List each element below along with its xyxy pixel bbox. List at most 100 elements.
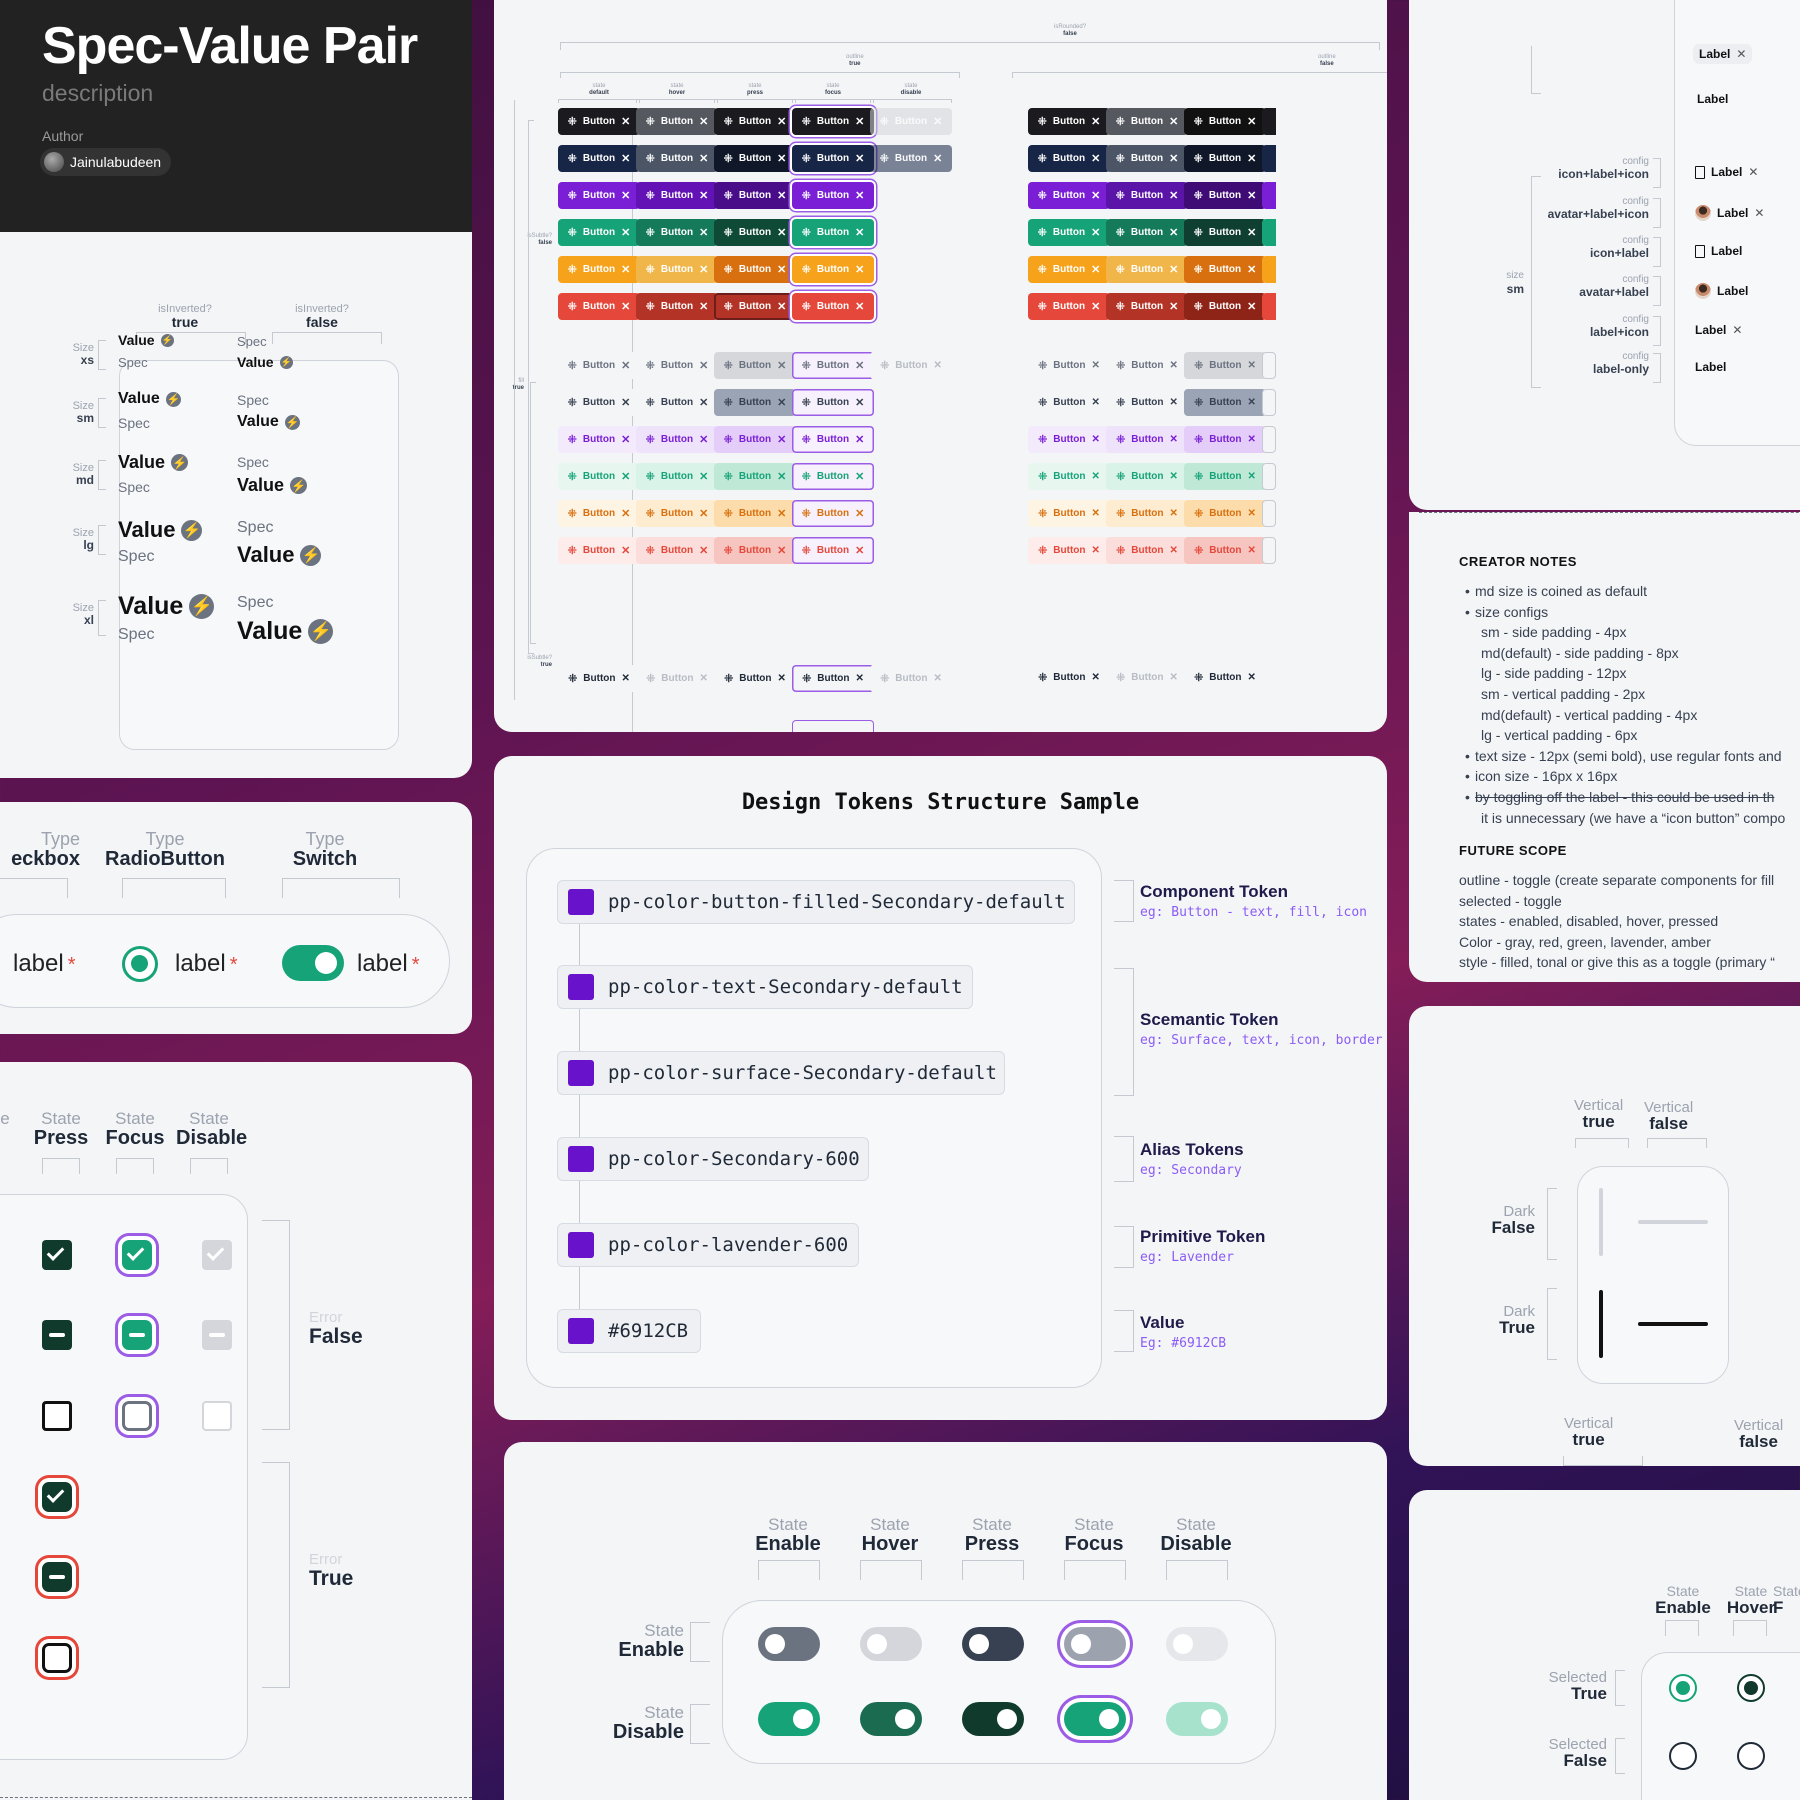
button[interactable]: ⁜ Button ✕ [870, 665, 952, 692]
button[interactable]: ⁜ Button ✕ [714, 145, 796, 172]
button[interactable]: ⁜ Button ✕ [636, 463, 718, 490]
button[interactable]: ⁜ Button ✕ [1028, 219, 1110, 246]
button[interactable] [1262, 108, 1276, 135]
checkbox[interactable] [122, 1240, 152, 1270]
chip[interactable]: Label ✕ [1695, 205, 1764, 221]
author-chip[interactable]: Jainulabudeen [40, 148, 172, 176]
button[interactable] [1262, 293, 1276, 320]
button[interactable]: ⁜ Button ✕ [1028, 182, 1110, 209]
button[interactable]: ⁜ Button ✕ [1106, 145, 1188, 172]
button[interactable]: ⁜ Button ✕ [1106, 664, 1188, 691]
checkbox[interactable] [42, 1240, 72, 1270]
button[interactable]: ⁜ Button ✕ [714, 182, 796, 209]
button[interactable]: ⁜ Button ✕ [792, 219, 874, 246]
checkbox[interactable] [42, 1401, 72, 1431]
chip[interactable]: Label ✕ [1695, 165, 1758, 179]
radio-button[interactable] [122, 946, 158, 982]
button[interactable]: ⁜ Button ✕ [1184, 293, 1266, 320]
button[interactable]: ⁜ Button ✕ [792, 463, 874, 490]
button[interactable]: ⁜ Button ✕ [792, 665, 874, 692]
button[interactable]: ⁜ Button ✕ [1028, 256, 1110, 283]
button[interactable]: ⁜ Button ✕ [1106, 219, 1188, 246]
token-chip[interactable]: pp-color-text-Secondary-default [557, 965, 973, 1009]
button[interactable]: ⁜ Button ✕ [1184, 500, 1266, 527]
button[interactable]: ⁜ Button ✕ [636, 182, 718, 209]
button[interactable] [1262, 182, 1276, 209]
token-chip[interactable]: pp-color-Secondary-600 [557, 1137, 869, 1181]
button[interactable] [1262, 389, 1276, 416]
checkbox[interactable] [42, 1320, 72, 1350]
button[interactable]: ⁜ Button ✕ [636, 219, 718, 246]
checkbox[interactable] [42, 1482, 72, 1512]
button[interactable] [1262, 463, 1276, 490]
button[interactable]: ⁜ Button ✕ [1184, 389, 1266, 416]
button[interactable]: ⁜ Button ✕ [792, 389, 874, 416]
button[interactable]: ⁜ Button ✕ [714, 426, 796, 453]
button[interactable]: ⁜ Button ✕ [558, 389, 640, 416]
button[interactable]: ⁜ Button ✕ [636, 500, 718, 527]
button[interactable]: ⁜ Button ✕ [558, 108, 640, 135]
button[interactable]: ⁜ Button ✕ [714, 389, 796, 416]
button[interactable]: ⁜ Button ✕ [1184, 352, 1266, 379]
radio-unselected[interactable] [1669, 1742, 1697, 1770]
button[interactable]: ⁜ Button ✕ [792, 352, 874, 379]
button[interactable]: ⁜ Button ✕ [1028, 463, 1110, 490]
button[interactable]: ⁜ Button ✕ [714, 463, 796, 490]
button[interactable]: ⁜ Button ✕ [1106, 389, 1188, 416]
button[interactable]: ⁜ Button ✕ [792, 145, 874, 172]
button[interactable]: ⁜ Button ✕ [870, 352, 952, 379]
switch-toggle-off[interactable] [962, 1627, 1024, 1661]
checkbox[interactable] [122, 1401, 152, 1431]
button[interactable]: ⁜ Button ✕ [792, 537, 874, 564]
chip[interactable]: Label ✕ [1695, 323, 1742, 337]
button[interactable] [1262, 537, 1276, 564]
checkbox[interactable] [42, 1562, 72, 1592]
button[interactable]: ⁜ Button ✕ [1184, 256, 1266, 283]
switch-toggle-on[interactable] [860, 1702, 922, 1736]
button[interactable]: ⁜ Button ✕ [1106, 352, 1188, 379]
button[interactable] [1262, 426, 1276, 453]
button[interactable]: ⁜ Button ✕ [636, 426, 718, 453]
token-chip[interactable]: pp-color-surface-Secondary-default [557, 1051, 1005, 1095]
switch-toggle-on[interactable] [962, 1702, 1024, 1736]
button[interactable]: ⁜ Button ✕ [870, 108, 952, 135]
button[interactable]: ⁜ Button ✕ [1184, 664, 1266, 691]
button[interactable]: ⁜ Button ✕ [1184, 537, 1266, 564]
button[interactable]: ⁜ Button ✕ [1028, 293, 1110, 320]
button[interactable]: ⁜ Button ✕ [714, 665, 796, 692]
chip[interactable]: Label ✕ [1693, 44, 1753, 64]
button[interactable]: ⁜ Button ✕ [792, 426, 874, 453]
button[interactable]: ⁜ Button ✕ [558, 256, 640, 283]
button[interactable]: ⁜ Button ✕ [714, 256, 796, 283]
button[interactable]: ⁜ Button ✕ [1106, 182, 1188, 209]
token-chip[interactable]: pp-color-button-filled-Secondary-default [557, 880, 1075, 924]
switch-toggle-off[interactable] [758, 1627, 820, 1661]
button[interactable]: ⁜ Button ✕ [558, 182, 640, 209]
button[interactable]: ⁜ Button ✕ [1028, 108, 1110, 135]
button[interactable]: ⁜ Button ✕ [1184, 219, 1266, 246]
button[interactable]: ⁜ Button ✕ [558, 293, 640, 320]
button[interactable]: ⁜ Button ✕ [558, 426, 640, 453]
button[interactable]: ⁜ Button ✕ [636, 293, 718, 320]
button[interactable] [1262, 219, 1276, 246]
switch-toggle-off[interactable] [860, 1627, 922, 1661]
button[interactable]: ⁜ Button ✕ [714, 500, 796, 527]
button[interactable]: ⁜ Button ✕ [1028, 537, 1110, 564]
checkbox[interactable] [202, 1240, 232, 1270]
switch-toggle-on[interactable] [1064, 1702, 1126, 1736]
button[interactable]: ⁜ Button ✕ [1106, 537, 1188, 564]
button[interactable]: ⁜ Button ✕ [714, 108, 796, 135]
switch-toggle-off[interactable] [1064, 1627, 1126, 1661]
switch-toggle[interactable] [282, 945, 344, 981]
button[interactable]: ⁜ Button ✕ [1106, 256, 1188, 283]
button[interactable]: ⁜ Button ✕ [1106, 463, 1188, 490]
button[interactable]: ⁜ Button ✕ [1106, 108, 1188, 135]
button[interactable]: ⁜ Button ✕ [636, 145, 718, 172]
radio-selected[interactable] [1737, 1674, 1765, 1702]
button[interactable]: ⁜ Button ✕ [1184, 463, 1266, 490]
checkbox[interactable] [202, 1401, 232, 1431]
button[interactable] [1262, 352, 1276, 379]
button[interactable]: ⁜ Button ✕ [1184, 145, 1266, 172]
button[interactable]: ⁜ Button ✕ [792, 182, 874, 209]
button[interactable]: ⁜ Button ✕ [792, 256, 874, 283]
